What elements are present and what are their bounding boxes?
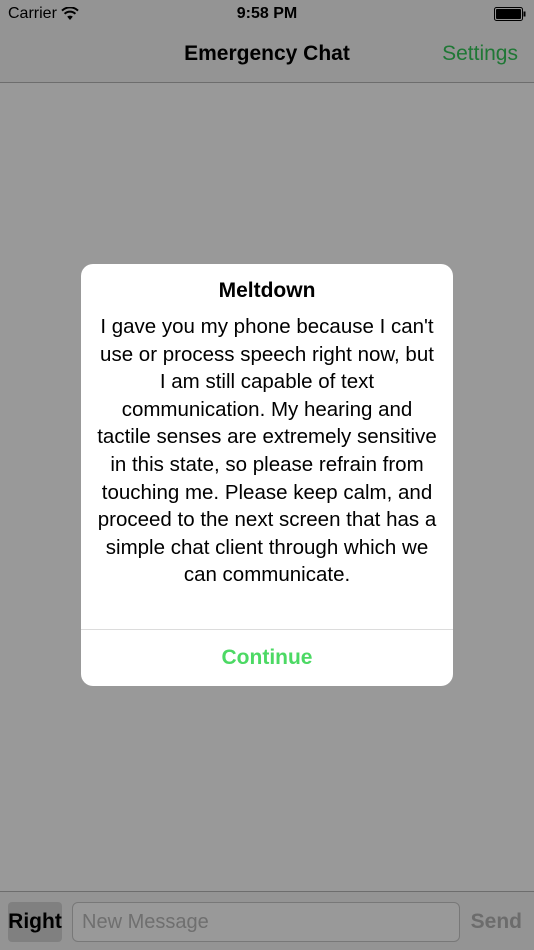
alert-title: Meltdown	[218, 279, 316, 302]
alert-message: I gave you my phone because I can't use …	[97, 315, 437, 587]
continue-button[interactable]: Continue	[81, 630, 453, 686]
meltdown-alert-dialog: Meltdown I gave you my phone because I c…	[81, 264, 453, 686]
